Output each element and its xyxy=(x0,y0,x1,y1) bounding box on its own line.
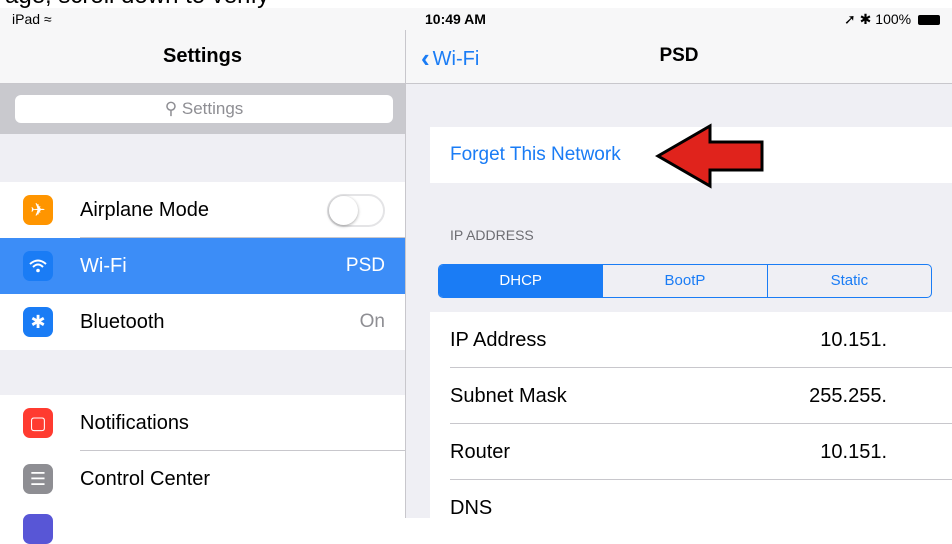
settings-title: Settings xyxy=(163,45,242,67)
battery-icon xyxy=(918,15,940,25)
settings-master-pane: Settings ⚲ Settings ✈ Airplane Mode Wi-F… xyxy=(0,30,406,544)
settings-nav-bar: Settings xyxy=(0,30,405,84)
status-right: ➚ ✱ 100% xyxy=(844,11,940,28)
table-row: Router 10.151. xyxy=(430,424,952,480)
caption-text: age, scroll down to verify xyxy=(5,0,269,8)
control-center-icon: ☰ xyxy=(23,464,53,494)
forget-network-label: Forget This Network xyxy=(450,144,621,165)
row-label: Wi-Fi xyxy=(80,255,127,277)
notifications-icon: ▢ xyxy=(23,408,53,438)
row-value: 255.255. xyxy=(809,385,887,407)
red-arrow-icon xyxy=(654,123,764,189)
table-row: IP Address 10.151. xyxy=(430,312,952,368)
settings-row-airplane-mode[interactable]: ✈ Airplane Mode xyxy=(0,182,405,238)
row-value: 10.151. xyxy=(820,441,887,463)
wifi-signal-icon: ≈ xyxy=(43,11,52,27)
row-key: DNS xyxy=(450,497,493,519)
row-key: Router xyxy=(450,441,511,463)
row-value: PSD xyxy=(345,255,385,276)
status-time: 10:49 AM xyxy=(425,11,486,27)
row-label: Airplane Mode xyxy=(80,199,209,221)
detail-title: PSD xyxy=(659,45,699,66)
row-label: Bluetooth xyxy=(80,311,165,333)
row-value: On xyxy=(359,311,385,332)
airplane-mode-toggle[interactable] xyxy=(327,194,385,227)
settings-row-partial xyxy=(0,507,405,544)
ip-mode-segmented-control: DHCP BootP Static xyxy=(438,264,932,298)
bluetooth-icon: ✱ xyxy=(23,307,53,337)
search-bar: ⚲ Settings xyxy=(0,84,405,134)
segment-dhcp[interactable]: DHCP xyxy=(439,265,603,297)
row-value: 10.151. xyxy=(820,329,887,351)
wifi-icon xyxy=(23,251,53,281)
segment-bootp[interactable]: BootP xyxy=(602,265,766,297)
detail-nav-bar: ‹ Wi-Fi PSD xyxy=(406,30,952,84)
settings-row-wifi[interactable]: Wi-Fi PSD xyxy=(0,238,405,294)
row-key: Subnet Mask xyxy=(450,385,567,407)
row-label: Notifications xyxy=(80,412,189,434)
segment-static[interactable]: Static xyxy=(766,265,931,297)
settings-row-bluetooth[interactable]: ✱ Bluetooth On xyxy=(0,294,405,350)
search-icon: ⚲ xyxy=(164,99,178,118)
status-bar: iPad ≈ 10:49 AM ➚ ✱ 100% xyxy=(0,8,952,30)
table-row: Subnet Mask 255.255. xyxy=(430,368,952,424)
bluetooth-status-icon: ✱ xyxy=(859,11,872,27)
search-placeholder: Settings xyxy=(181,99,244,118)
carrier-label: iPad ≈ xyxy=(12,11,52,27)
search-input[interactable]: ⚲ Settings xyxy=(15,95,393,123)
location-icon: ➚ xyxy=(844,11,856,27)
battery-percent: 100% xyxy=(875,11,912,27)
ip-address-section-header: IP ADDRESS xyxy=(450,227,534,243)
partial-icon xyxy=(23,514,53,544)
table-row: DNS xyxy=(430,480,952,536)
wifi-detail-pane: ‹ Wi-Fi PSD Forget This Network IP ADDRES… xyxy=(406,30,952,536)
ip-details-table: IP Address 10.151. Subnet Mask 255.255. … xyxy=(430,312,952,536)
caption-strip: age, scroll down to verify xyxy=(0,0,952,8)
settings-row-control-center[interactable]: ☰ Control Center xyxy=(0,451,405,507)
row-key: IP Address xyxy=(450,329,547,351)
row-label: Control Center xyxy=(80,468,211,490)
settings-row-notifications[interactable]: ▢ Notifications xyxy=(0,395,405,451)
airplane-icon: ✈ xyxy=(23,195,53,225)
